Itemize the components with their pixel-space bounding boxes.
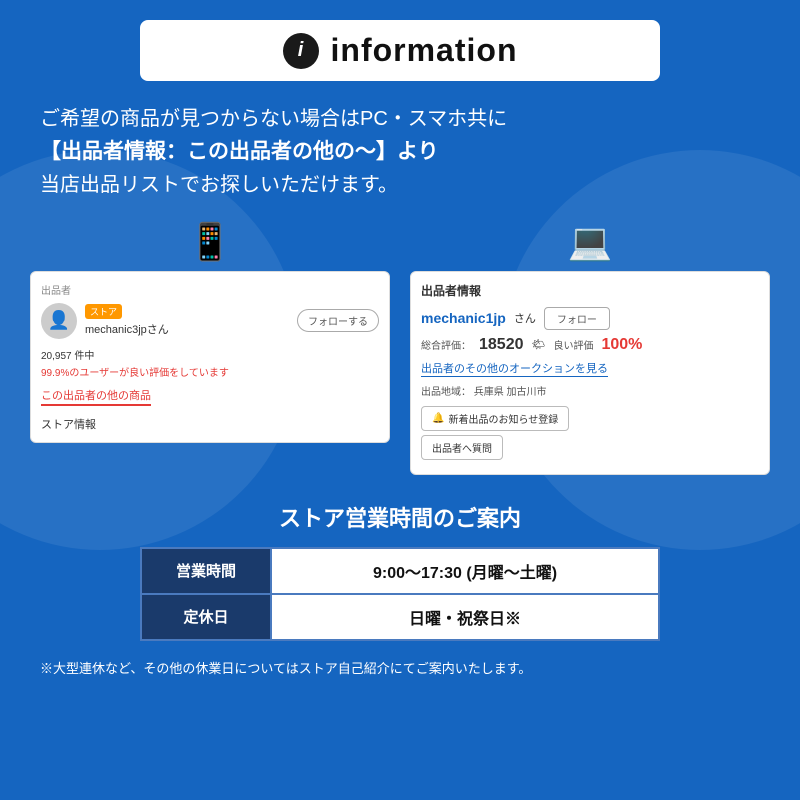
info-title: information xyxy=(331,32,518,69)
pc-username: mechanic1jp xyxy=(421,310,506,326)
mobile-good-rate: 99.9%のユーザーが良い評価をしています xyxy=(41,364,379,379)
hours-value-0: 9:00〜17:30 (月曜〜土曜) xyxy=(271,548,659,594)
mobile-user-info: ストア mechanic3jpさん xyxy=(85,304,169,337)
mobile-section-label: 出品者 xyxy=(41,282,379,297)
mobile-user-row: 👤 ストア mechanic3jpさん フォローする xyxy=(41,303,379,339)
info-header: i information xyxy=(140,20,660,81)
smartphone-icon: 📱 xyxy=(188,221,233,263)
pc-col: 💻 出品者情報 mechanic1jp さん フォロー 総合評価： 18520 … xyxy=(410,221,770,475)
screenshots-row: 📱 出品者 👤 ストア mechanic3jpさん フォローする 20,957 … xyxy=(30,221,770,475)
footer-note: ※大型連休など、その他の休業日についてはストア自己紹介にてご案内いたします。 xyxy=(30,659,770,679)
laptop-icon: 💻 xyxy=(568,221,613,263)
store-badge: ストア xyxy=(85,304,122,319)
hours-row-0: 営業時間 9:00〜17:30 (月曜〜土曜) xyxy=(141,548,659,594)
store-hours-title: ストア営業時間のご案内 xyxy=(30,501,770,533)
pc-good-pct: 100% xyxy=(601,336,642,354)
mobile-screenshot: 出品者 👤 ストア mechanic3jpさん フォローする 20,957 件中… xyxy=(30,271,390,443)
pc-auction-link[interactable]: 出品者のその他のオークションを見る xyxy=(421,360,608,377)
pc-follow-btn[interactable]: フォロー xyxy=(544,307,610,330)
mobile-col: 📱 出品者 👤 ストア mechanic3jpさん フォローする 20,957 … xyxy=(30,221,390,443)
hours-value-1: 日曜・祝祭日※ xyxy=(271,594,659,640)
mobile-other-link[interactable]: この出品者の他の商品 xyxy=(41,387,151,406)
pc-notify-btn[interactable]: 🔔 新着出品のお知らせ登録 xyxy=(421,406,569,431)
pc-rating-row: 総合評価： 18520 🌤 良い評価 100% xyxy=(421,336,759,354)
description-line2: 【出品者情報：この出品者の他の〜】より xyxy=(40,135,760,169)
pc-location: 出品地域： 兵庫県 加古川市 xyxy=(421,383,759,398)
pc-username-suffix: さん xyxy=(514,310,536,326)
hours-label-1: 定休日 xyxy=(141,594,271,640)
mobile-follow-btn[interactable]: フォローする xyxy=(297,309,379,332)
pc-good-label: 良い評価 xyxy=(553,337,593,352)
info-icon: i xyxy=(283,33,319,69)
hours-row-1: 定休日 日曜・祝祭日※ xyxy=(141,594,659,640)
pc-user-row: mechanic1jp さん フォロー xyxy=(421,307,759,330)
bell-icon: 🔔 xyxy=(432,413,444,424)
pc-rating-label: 総合評価： xyxy=(421,337,471,352)
pc-rating-num: 18520 xyxy=(479,336,524,354)
store-hours-section: ストア営業時間のご案内 営業時間 9:00〜17:30 (月曜〜土曜) 定休日 … xyxy=(30,501,770,641)
avatar: 👤 xyxy=(41,303,77,339)
pc-screenshot: 出品者情報 mechanic1jp さん フォロー 総合評価： 18520 🌤 … xyxy=(410,271,770,475)
description-block: ご希望の商品が見つからない場合はPC・スマホ共に 【出品者情報：この出品者の他の… xyxy=(30,103,770,201)
hours-label-0: 営業時間 xyxy=(141,548,271,594)
hours-table: 営業時間 9:00〜17:30 (月曜〜土曜) 定休日 日曜・祝祭日※ xyxy=(140,547,660,641)
mobile-username: mechanic3jpさん xyxy=(85,321,169,337)
pc-section-label: 出品者情報 xyxy=(421,282,759,299)
mobile-stats: 20,957 件中 xyxy=(41,347,379,362)
description-line3: 当店出品リストでお探しいただけます。 xyxy=(40,169,760,201)
description-line1: ご希望の商品が見つからない場合はPC・スマホ共に xyxy=(40,103,760,135)
pc-question-btn[interactable]: 出品者へ質問 xyxy=(421,435,503,460)
sun-emoji: 🌤 xyxy=(532,338,546,351)
mobile-store-info: ストア情報 xyxy=(41,416,379,432)
